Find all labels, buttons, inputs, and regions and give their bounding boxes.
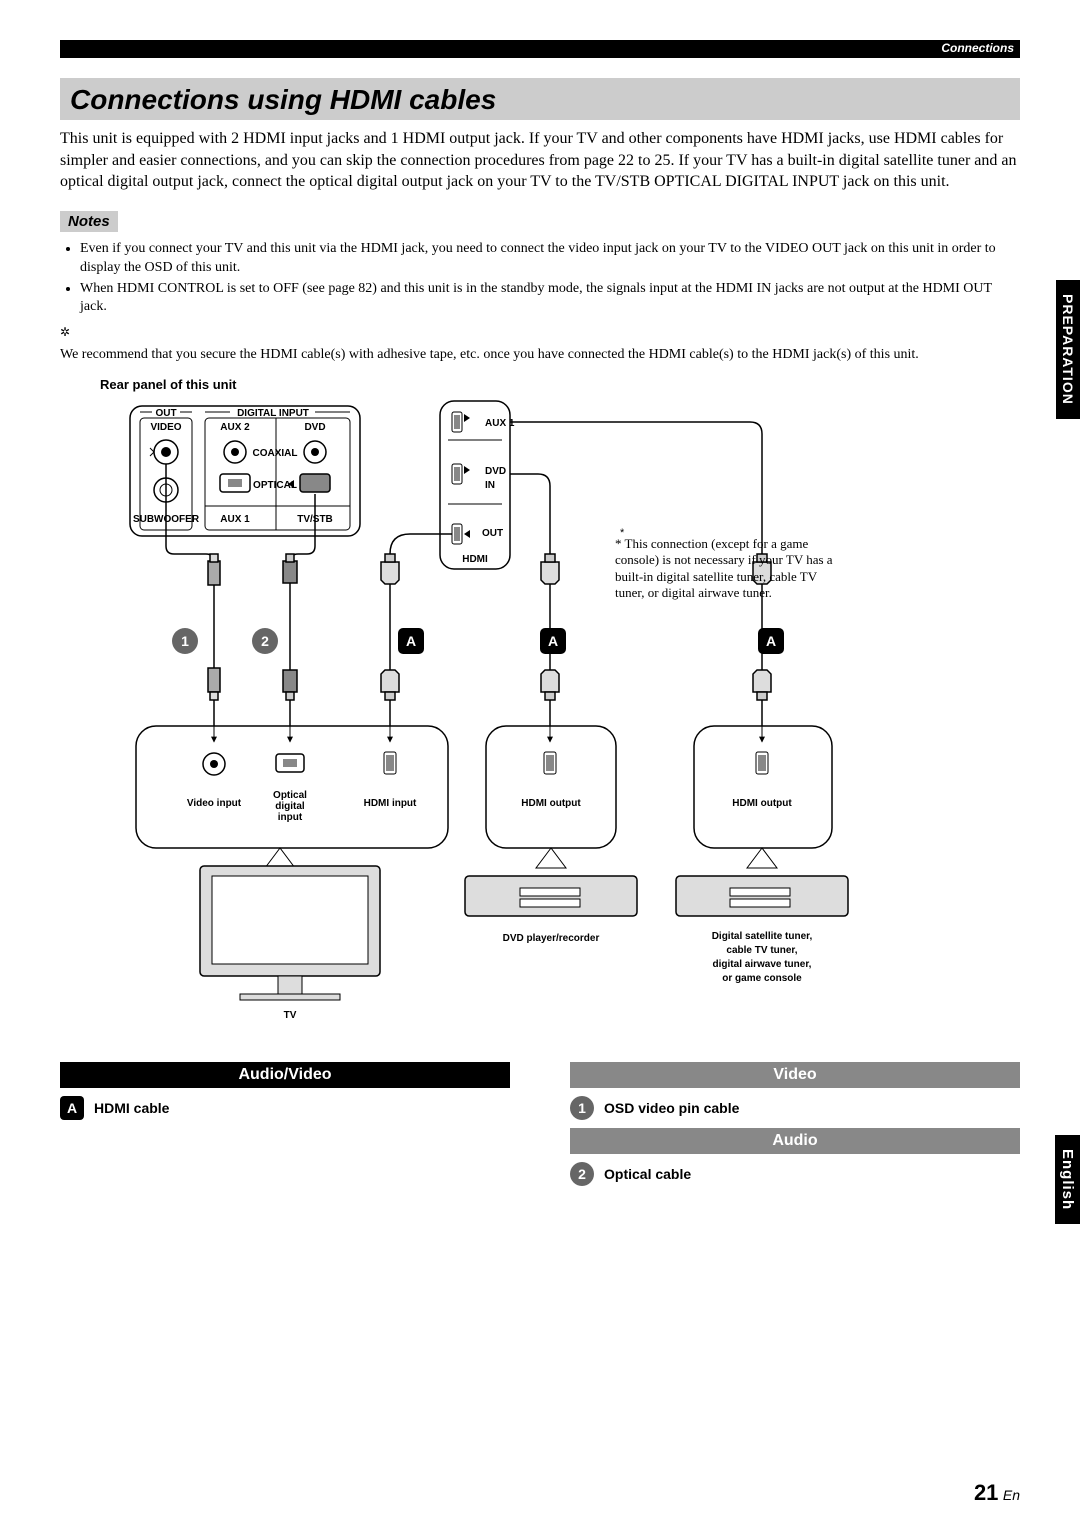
svg-text:HDMI output: HDMI output [521,798,581,809]
svg-text:OUT: OUT [482,528,503,539]
tip-icon: ✲ [60,325,1020,340]
legend-header-video: Video [570,1062,1020,1088]
svg-text:AUX 1: AUX 1 [485,418,515,429]
svg-text:A: A [406,633,416,649]
notes-item: Even if you connect your TV and this uni… [80,240,1020,278]
svg-text:input: input [278,812,303,823]
svg-text:HDMI output: HDMI output [732,798,792,809]
svg-text:Optical: Optical [273,790,307,801]
legend-header-audio: Audio [570,1128,1020,1154]
svg-text:OUT: OUT [155,408,176,419]
svg-text:COAXIAL: COAXIAL [253,448,298,459]
chip-1-icon: 1 [570,1096,594,1120]
intro-paragraph: This unit is equipped with 2 HDMI input … [60,128,1020,193]
svg-text:Video input: Video input [187,798,242,809]
svg-text:or game console: or game console [722,973,802,984]
notes-item: When HDMI CONTROL is set to OFF (see pag… [80,280,1020,318]
svg-text:A: A [766,633,776,649]
notes-list: Even if you connect your TV and this uni… [60,240,1020,318]
svg-text:OPTICAL: OPTICAL [253,480,297,491]
svg-text:VIDEO: VIDEO [150,422,181,433]
legend-1-label: OSD video pin cable [604,1100,739,1116]
chip-a-icon: A [60,1096,84,1120]
diagram-aside: * This connection (except for a game con… [615,536,840,601]
side-tab-preparation: PREPARATION [1056,280,1080,419]
legend-2-label: Optical cable [604,1166,691,1182]
notes-heading: Notes [60,211,118,232]
svg-text:TV: TV [284,1010,297,1021]
svg-text:A: A [548,633,558,649]
page-number: 21 En [974,1480,1020,1506]
svg-text:IN: IN [485,480,495,491]
legend: Audio/Video A HDMI cable Video 1 OSD vid… [60,1062,1020,1194]
svg-text:digital: digital [275,801,305,812]
svg-text:DIGITAL INPUT: DIGITAL INPUT [237,408,309,419]
side-tab-english: English [1055,1135,1080,1224]
legend-header-av: Audio/Video [60,1062,510,1088]
header-label: Connections [941,41,1014,55]
svg-text:HDMI input: HDMI input [364,798,417,809]
svg-text:DVD player/recorder: DVD player/recorder [503,933,600,944]
tip-paragraph: We recommend that you secure the HDMI ca… [60,346,1020,365]
svg-text:DVD: DVD [304,422,325,433]
svg-text:Digital satellite tuner,: Digital satellite tuner, [712,931,813,942]
header-bar: Connections [60,40,1020,58]
svg-text:AUX 2: AUX 2 [220,422,250,433]
connection-diagram: OUT VIDEO SUBWOOFER DIGITAL INPUT AUX 2 … [90,396,890,1051]
diagram-caption: Rear panel of this unit [100,377,1020,392]
svg-text:digital airwave tuner,: digital airwave tuner, [713,959,812,970]
svg-text:2: 2 [261,633,269,649]
svg-text:AUX 1: AUX 1 [220,514,250,525]
section-title: Connections using HDMI cables [60,78,1020,120]
svg-text:1: 1 [181,633,189,649]
chip-2-icon: 2 [570,1162,594,1186]
svg-text:cable TV tuner,: cable TV tuner, [726,945,797,956]
legend-a-label: HDMI cable [94,1100,169,1116]
svg-text:DVD: DVD [485,466,506,477]
svg-text:HDMI: HDMI [462,554,488,565]
